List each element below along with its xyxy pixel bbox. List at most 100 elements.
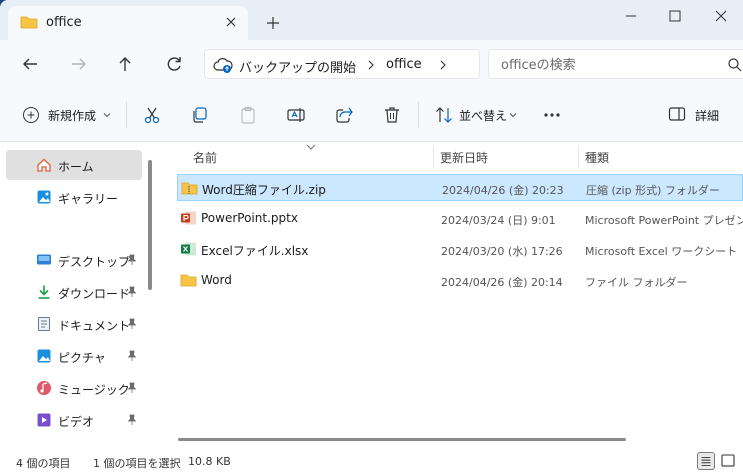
file-date: 2024/03/24 (日) 9:01	[441, 214, 556, 227]
forward-arrow-icon[interactable]	[67, 52, 91, 76]
sidebar-item-label: ビデオ	[58, 415, 95, 429]
file-type: Microsoft Excel ワークシート	[585, 245, 738, 258]
folder-icon	[20, 16, 38, 29]
file-name: Excelファイル.xlsx	[201, 244, 309, 258]
cut-scissors-icon[interactable]	[142, 105, 162, 125]
column-name-header[interactable]: 名前	[193, 149, 217, 166]
file-row[interactable]: Word 2024/04/26 (金) 20:14 ファイル フォルダー	[177, 267, 743, 294]
share-icon[interactable]	[334, 105, 354, 125]
file-type: Microsoft PowerPoint プレゼンテ	[585, 214, 743, 227]
column-header-row: 名前 更新日時 種類	[160, 142, 743, 170]
delete-trash-icon[interactable]	[382, 105, 402, 125]
sidebar-item-label: ミュージック	[58, 383, 130, 397]
tab-office[interactable]: office	[8, 6, 248, 40]
pin-icon[interactable]	[126, 350, 138, 362]
copy-icon[interactable]	[190, 105, 210, 125]
breadcrumb-office[interactable]: office	[386, 57, 422, 72]
selection-count: 1 個の項目を選択	[93, 457, 181, 470]
file-explorer-window: office バックアップの開始 office officeの検索 新規作成 並…	[0, 0, 743, 472]
new-button[interactable]: 新規作成	[22, 105, 132, 125]
horizontal-scrollbar[interactable]	[178, 438, 626, 441]
column-type-header[interactable]: 種類	[585, 149, 609, 166]
sidebar-item-gallery[interactable]: ギャラリー	[6, 182, 142, 212]
file-row[interactable]: Word圧縮ファイル.zip 2024/04/26 (金) 20:23 圧縮 (…	[177, 174, 743, 201]
status-bar: 4 個の項目 1 個の項目を選択 10.8 KB	[0, 450, 743, 472]
music-icon	[37, 381, 51, 395]
breadcrumb-backup[interactable]: バックアップの開始	[239, 57, 356, 76]
column-date-header[interactable]: 更新日時	[440, 149, 488, 166]
item-count: 4 個の項目	[16, 457, 71, 470]
sidebar-item-label: ホーム	[58, 160, 94, 174]
file-list: 名前 更新日時 種類 Word圧縮ファイル.zip 2024/04/26 (金)…	[160, 142, 743, 450]
download-icon	[38, 285, 50, 299]
search-input[interactable]	[501, 56, 701, 74]
address-bar[interactable]: バックアップの開始 office	[204, 49, 480, 79]
plus-circle-icon	[23, 107, 39, 123]
column-divider[interactable]	[578, 146, 579, 168]
pin-icon[interactable]	[126, 414, 138, 426]
gallery-icon	[37, 190, 51, 204]
details-label: 詳細	[695, 109, 720, 123]
column-divider[interactable]	[433, 146, 434, 168]
refresh-icon[interactable]	[162, 52, 186, 76]
search-icon[interactable]	[727, 57, 743, 73]
back-arrow-icon[interactable]	[18, 52, 42, 76]
minimize-icon[interactable]	[616, 4, 646, 28]
pin-icon[interactable]	[126, 382, 138, 394]
sort-button[interactable]: 並べ替え	[434, 105, 526, 125]
details-pane-icon	[668, 107, 686, 121]
home-icon	[37, 158, 51, 172]
folder-icon	[180, 274, 197, 287]
sidebar-item-label: ドキュメント	[58, 319, 131, 333]
desktop-icon	[37, 254, 51, 265]
file-date: 2024/03/20 (水) 17:26	[441, 245, 563, 258]
new-tab-icon[interactable]	[264, 14, 282, 32]
navigation-pane: ホーム ギャラリー デスクトップ ダウンロード ドキュメント ピクチャ ミュージ…	[0, 142, 158, 450]
video-icon	[37, 413, 51, 427]
sidebar-item-label: デスクトップ	[58, 255, 131, 269]
chevron-right-icon[interactable]	[365, 58, 377, 72]
up-arrow-icon[interactable]	[113, 52, 137, 76]
toolbar-divider	[126, 102, 127, 128]
pin-icon[interactable]	[126, 318, 138, 330]
sidebar-item-desktop[interactable]: デスクトップ	[6, 245, 142, 275]
pictures-icon	[37, 349, 51, 363]
sidebar-item-label: ギャラリー	[58, 192, 119, 206]
backup-cloud-icon	[213, 58, 233, 73]
navigation-bar: バックアップの開始 office	[0, 40, 743, 88]
chevron-right-icon[interactable]	[437, 58, 449, 72]
search-box[interactable]	[488, 49, 743, 79]
sort-indicator-icon	[306, 144, 316, 150]
sidebar-item-downloads[interactable]: ダウンロード	[6, 277, 142, 307]
sidebar-item-music[interactable]: ミュージック	[6, 373, 142, 403]
paste-clipboard-icon[interactable]	[238, 105, 258, 125]
close-tab-icon[interactable]	[222, 13, 240, 31]
sidebar-item-pictures[interactable]: ピクチャ	[6, 341, 142, 371]
large-icons-view-icon[interactable]	[719, 452, 737, 470]
file-row[interactable]: Excelファイル.xlsx 2024/03/20 (水) 17:26 Micr…	[177, 236, 743, 263]
maximize-icon[interactable]	[660, 4, 690, 28]
tab-title: office	[46, 15, 82, 30]
close-window-icon[interactable]	[706, 4, 736, 28]
command-bar: 新規作成 並べ替え 詳細	[0, 88, 743, 142]
sidebar-item-label: ピクチャ	[58, 351, 106, 365]
new-label: 新規作成	[48, 109, 97, 123]
sidebar-scrollbar[interactable]	[148, 160, 152, 290]
zip-folder-icon	[181, 182, 198, 195]
pin-icon[interactable]	[126, 286, 138, 298]
file-date: 2024/04/26 (金) 20:23	[442, 184, 564, 197]
pin-icon[interactable]	[126, 254, 138, 266]
file-name: PowerPoint.pptx	[201, 211, 298, 225]
sidebar-item-videos[interactable]: ビデオ	[6, 405, 142, 435]
file-type: 圧縮 (zip 形式) フォルダー	[586, 184, 720, 197]
selection-size: 10.8 KB	[188, 455, 231, 468]
details-pane-button[interactable]: 詳細	[668, 105, 743, 125]
file-row[interactable]: PowerPoint.pptx 2024/03/24 (日) 9:01 Micr…	[177, 205, 743, 232]
sidebar-item-documents[interactable]: ドキュメント	[6, 309, 142, 339]
sidebar-item-home[interactable]: ホーム	[6, 150, 142, 180]
title-bar: office	[0, 0, 743, 40]
file-date: 2024/04/26 (金) 20:14	[441, 276, 563, 289]
more-options-icon[interactable]	[542, 105, 562, 125]
rename-icon[interactable]	[286, 105, 306, 125]
details-view-icon[interactable]	[697, 452, 715, 470]
